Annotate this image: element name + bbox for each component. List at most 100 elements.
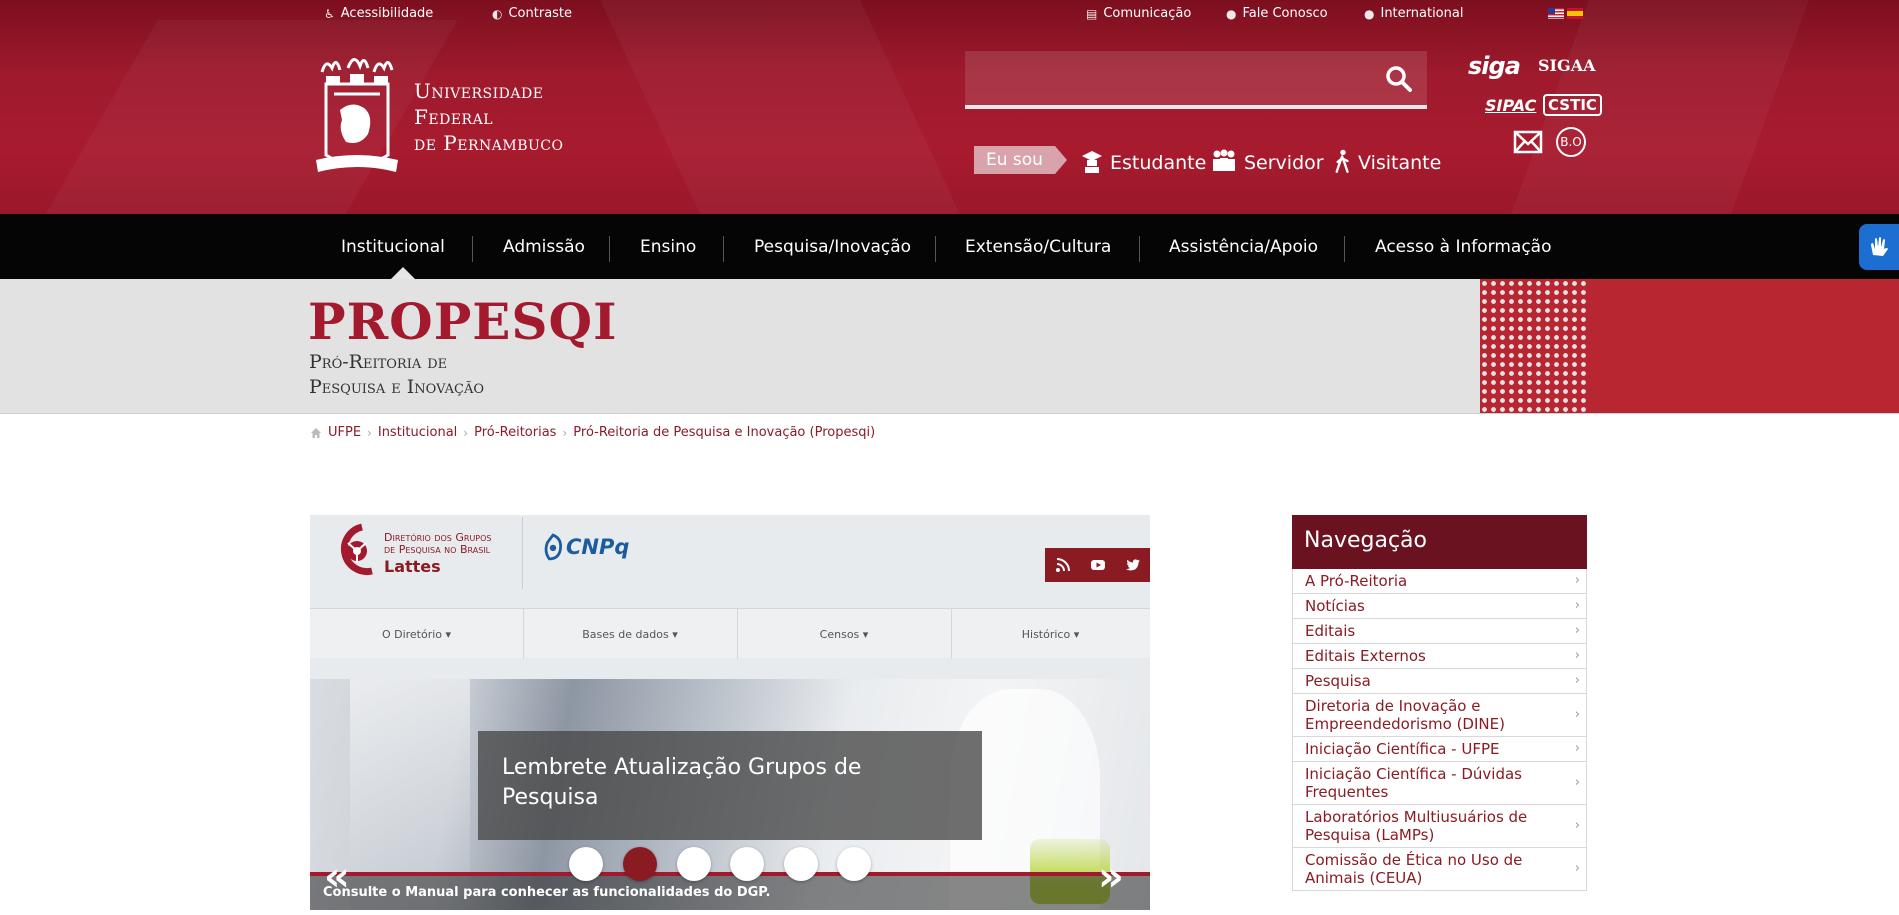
nav-item-assistencia-apoio[interactable]: Assistência/Apoio <box>1169 214 1318 279</box>
nav-separator <box>935 236 936 262</box>
sigaa-link[interactable]: SIGAA <box>1538 56 1596 75</box>
university-name[interactable]: Universidade Federal de Pernambuco <box>414 78 564 156</box>
nav-separator <box>723 236 724 262</box>
profile-staff-link[interactable]: Servidor <box>1210 148 1324 174</box>
sidebar-item[interactable]: Pesquisa › <box>1292 669 1587 694</box>
us-flag-icon[interactable] <box>1548 8 1564 19</box>
chevron-right-icon: › <box>1574 861 1580 876</box>
slide-prev-arrow-icon[interactable]: « <box>324 857 350 897</box>
sidebar-item[interactable]: Comissão de Ética no Uso de Animais (CEU… <box>1292 848 1587 891</box>
newspaper-icon: ▤ <box>1086 6 1098 21</box>
siga-link[interactable]: siga <box>1468 52 1521 80</box>
sidebar-item-label: Notícias <box>1305 597 1365 615</box>
chevron-right-icon: › <box>367 425 372 440</box>
chevron-right-icon: › <box>1574 775 1580 790</box>
dgp-menu-historico[interactable]: Histórico ▾ <box>951 609 1150 659</box>
nav-item-pesquisa-inovacao[interactable]: Pesquisa/Inovação <box>754 214 911 279</box>
chat-icon: ● <box>1226 6 1237 21</box>
chevron-right-icon: › <box>1574 707 1580 722</box>
sidebar-title: Navegação <box>1292 515 1587 569</box>
nav-separator <box>609 236 610 262</box>
contrast-link[interactable]: ◐ Contraste <box>492 6 572 21</box>
sidebar-item[interactable]: Editais › <box>1292 619 1587 644</box>
sidebar-item-label: A Pró-Reitoria <box>1305 572 1408 590</box>
nav-item-admissao[interactable]: Admissão <box>503 214 585 279</box>
sidebar-item[interactable]: Iniciação Científica - Dúvidas Frequente… <box>1292 762 1587 805</box>
slide-indicator-dot[interactable] <box>784 847 818 881</box>
sidebar-item[interactable]: A Pró-Reitoria › <box>1292 569 1587 594</box>
nav-item-extensao-cultura[interactable]: Extensão/Cultura <box>965 214 1111 279</box>
twitter-icon[interactable] <box>1125 557 1141 573</box>
slide-indicator-dot[interactable] <box>837 847 871 881</box>
slide-indicator-dot[interactable] <box>730 847 764 881</box>
sidebar-item[interactable]: Laboratórios Multiusuários de Pesquisa (… <box>1292 805 1587 848</box>
search-input[interactable] <box>965 51 1427 109</box>
chevron-right-icon: › <box>1574 818 1580 833</box>
nav-separator <box>1344 236 1345 262</box>
vlibras-sign-language-button[interactable] <box>1859 224 1899 270</box>
dgp-menu-censos[interactable]: Censos ▾ <box>737 609 951 659</box>
slide-indicator-dot[interactable] <box>623 847 657 881</box>
contact-link[interactable]: ● Fale Conosco <box>1226 6 1328 21</box>
accessibility-link[interactable]: ♿ Acessibilidade <box>324 6 433 21</box>
wheelchair-icon: ♿ <box>324 6 335 21</box>
cnpq-logo[interactable]: CNPq <box>542 533 629 561</box>
cstic-link[interactable]: CSTIC <box>1543 94 1602 116</box>
sidebar-item[interactable]: Iniciação Científica - UFPE › <box>1292 737 1587 762</box>
header-pattern <box>600 0 960 214</box>
home-icon <box>311 427 321 438</box>
sidebar-item[interactable]: Diretoria de Inovação e Empreendedorismo… <box>1292 694 1587 737</box>
dgp-menu-diretorio[interactable]: O Diretório ▾ <box>310 609 523 659</box>
spain-flag-icon[interactable] <box>1567 8 1583 19</box>
sidebar-item[interactable]: Editais Externos › <box>1292 644 1587 669</box>
bo-link[interactable]: B.O <box>1556 127 1586 157</box>
slide-indicator-dot[interactable] <box>569 847 603 881</box>
search-icon[interactable] <box>1385 65 1413 93</box>
eu-sou-label: Eu sou <box>974 146 1067 174</box>
chevron-right-icon: › <box>463 425 469 440</box>
sidebar-item-label: Iniciação Científica - Dúvidas Frequente… <box>1305 765 1522 801</box>
profile-visitor-link[interactable]: Visitante <box>1334 148 1441 174</box>
rss-icon[interactable] <box>1055 557 1071 573</box>
communication-link[interactable]: ▤ Comunicação <box>1086 6 1191 21</box>
ufpe-emblem-icon[interactable] <box>312 50 402 178</box>
social-links <box>1045 548 1150 582</box>
slideshow[interactable]: Lembrete Atualização Grupos de Pesquisa … <box>310 679 1150 910</box>
dgp-logo-icon <box>340 523 373 576</box>
sipac-link[interactable]: SIPAC <box>1485 96 1536 115</box>
dgp-logo-line2: de Pesquisa no Brasil <box>384 543 491 556</box>
propesqi-title[interactable]: PROPESQI <box>308 293 617 351</box>
slide-next-arrow-icon[interactable]: » <box>1098 857 1124 897</box>
international-link[interactable]: ● International <box>1364 6 1463 21</box>
chevron-right-icon: › <box>562 425 568 440</box>
sidebar-item-label: Pesquisa <box>1305 672 1371 690</box>
profile-student-link[interactable]: Estudante <box>1080 148 1206 174</box>
nav-item-ensino[interactable]: Ensino <box>640 214 696 279</box>
sidebar-item-label: Diretoria de Inovação e Empreendedorismo… <box>1305 697 1505 733</box>
banner-dot-pattern <box>1480 279 1590 413</box>
breadcrumb-current[interactable]: Pró-Reitoria de Pesquisa e Inovação (Pro… <box>573 425 875 440</box>
chevron-right-icon: › <box>1574 598 1580 613</box>
youtube-icon[interactable] <box>1090 557 1106 573</box>
graduation-cap-icon <box>1082 151 1102 173</box>
site-header: ♿ Acessibilidade ◐ Contraste ▤ Comunicaç… <box>0 0 1899 214</box>
breadcrumb-ufpe[interactable]: UFPE <box>328 425 361 440</box>
sidebar-item[interactable]: Notícias › <box>1292 594 1587 619</box>
slide-caption[interactable]: Lembrete Atualização Grupos de Pesquisa <box>478 731 982 840</box>
globe-icon: ● <box>1364 6 1375 21</box>
chevron-right-icon: › <box>1574 623 1580 638</box>
dgp-logo-line3: Lattes <box>384 557 441 576</box>
sign-language-hands-icon <box>1871 237 1888 256</box>
breadcrumb-institucional[interactable]: Institucional <box>378 425 457 440</box>
nav-item-acesso-informacao[interactable]: Acesso à Informação <box>1375 214 1551 279</box>
webmail-icon[interactable] <box>1513 128 1543 156</box>
slide-bottom-text[interactable]: Consulte o Manual para conhecer as funci… <box>323 885 770 900</box>
breadcrumb: UFPE › Institucional › Pró-Reitorias › P… <box>310 425 875 440</box>
nav-active-indicator <box>391 267 415 279</box>
people-icon <box>1213 149 1235 171</box>
breadcrumb-pro-reitorias[interactable]: Pró-Reitorias <box>474 425 556 440</box>
dgp-lattes-logo[interactable]: Diretório dos Grupos de Pesquisa no Bras… <box>332 521 500 581</box>
slide-indicator-dot[interactable] <box>677 847 711 881</box>
dgp-menu-bases[interactable]: Bases de dados ▾ <box>523 609 737 659</box>
sidebar-item-label: Comissão de Ética no Uso de Animais (CEU… <box>1305 851 1523 887</box>
